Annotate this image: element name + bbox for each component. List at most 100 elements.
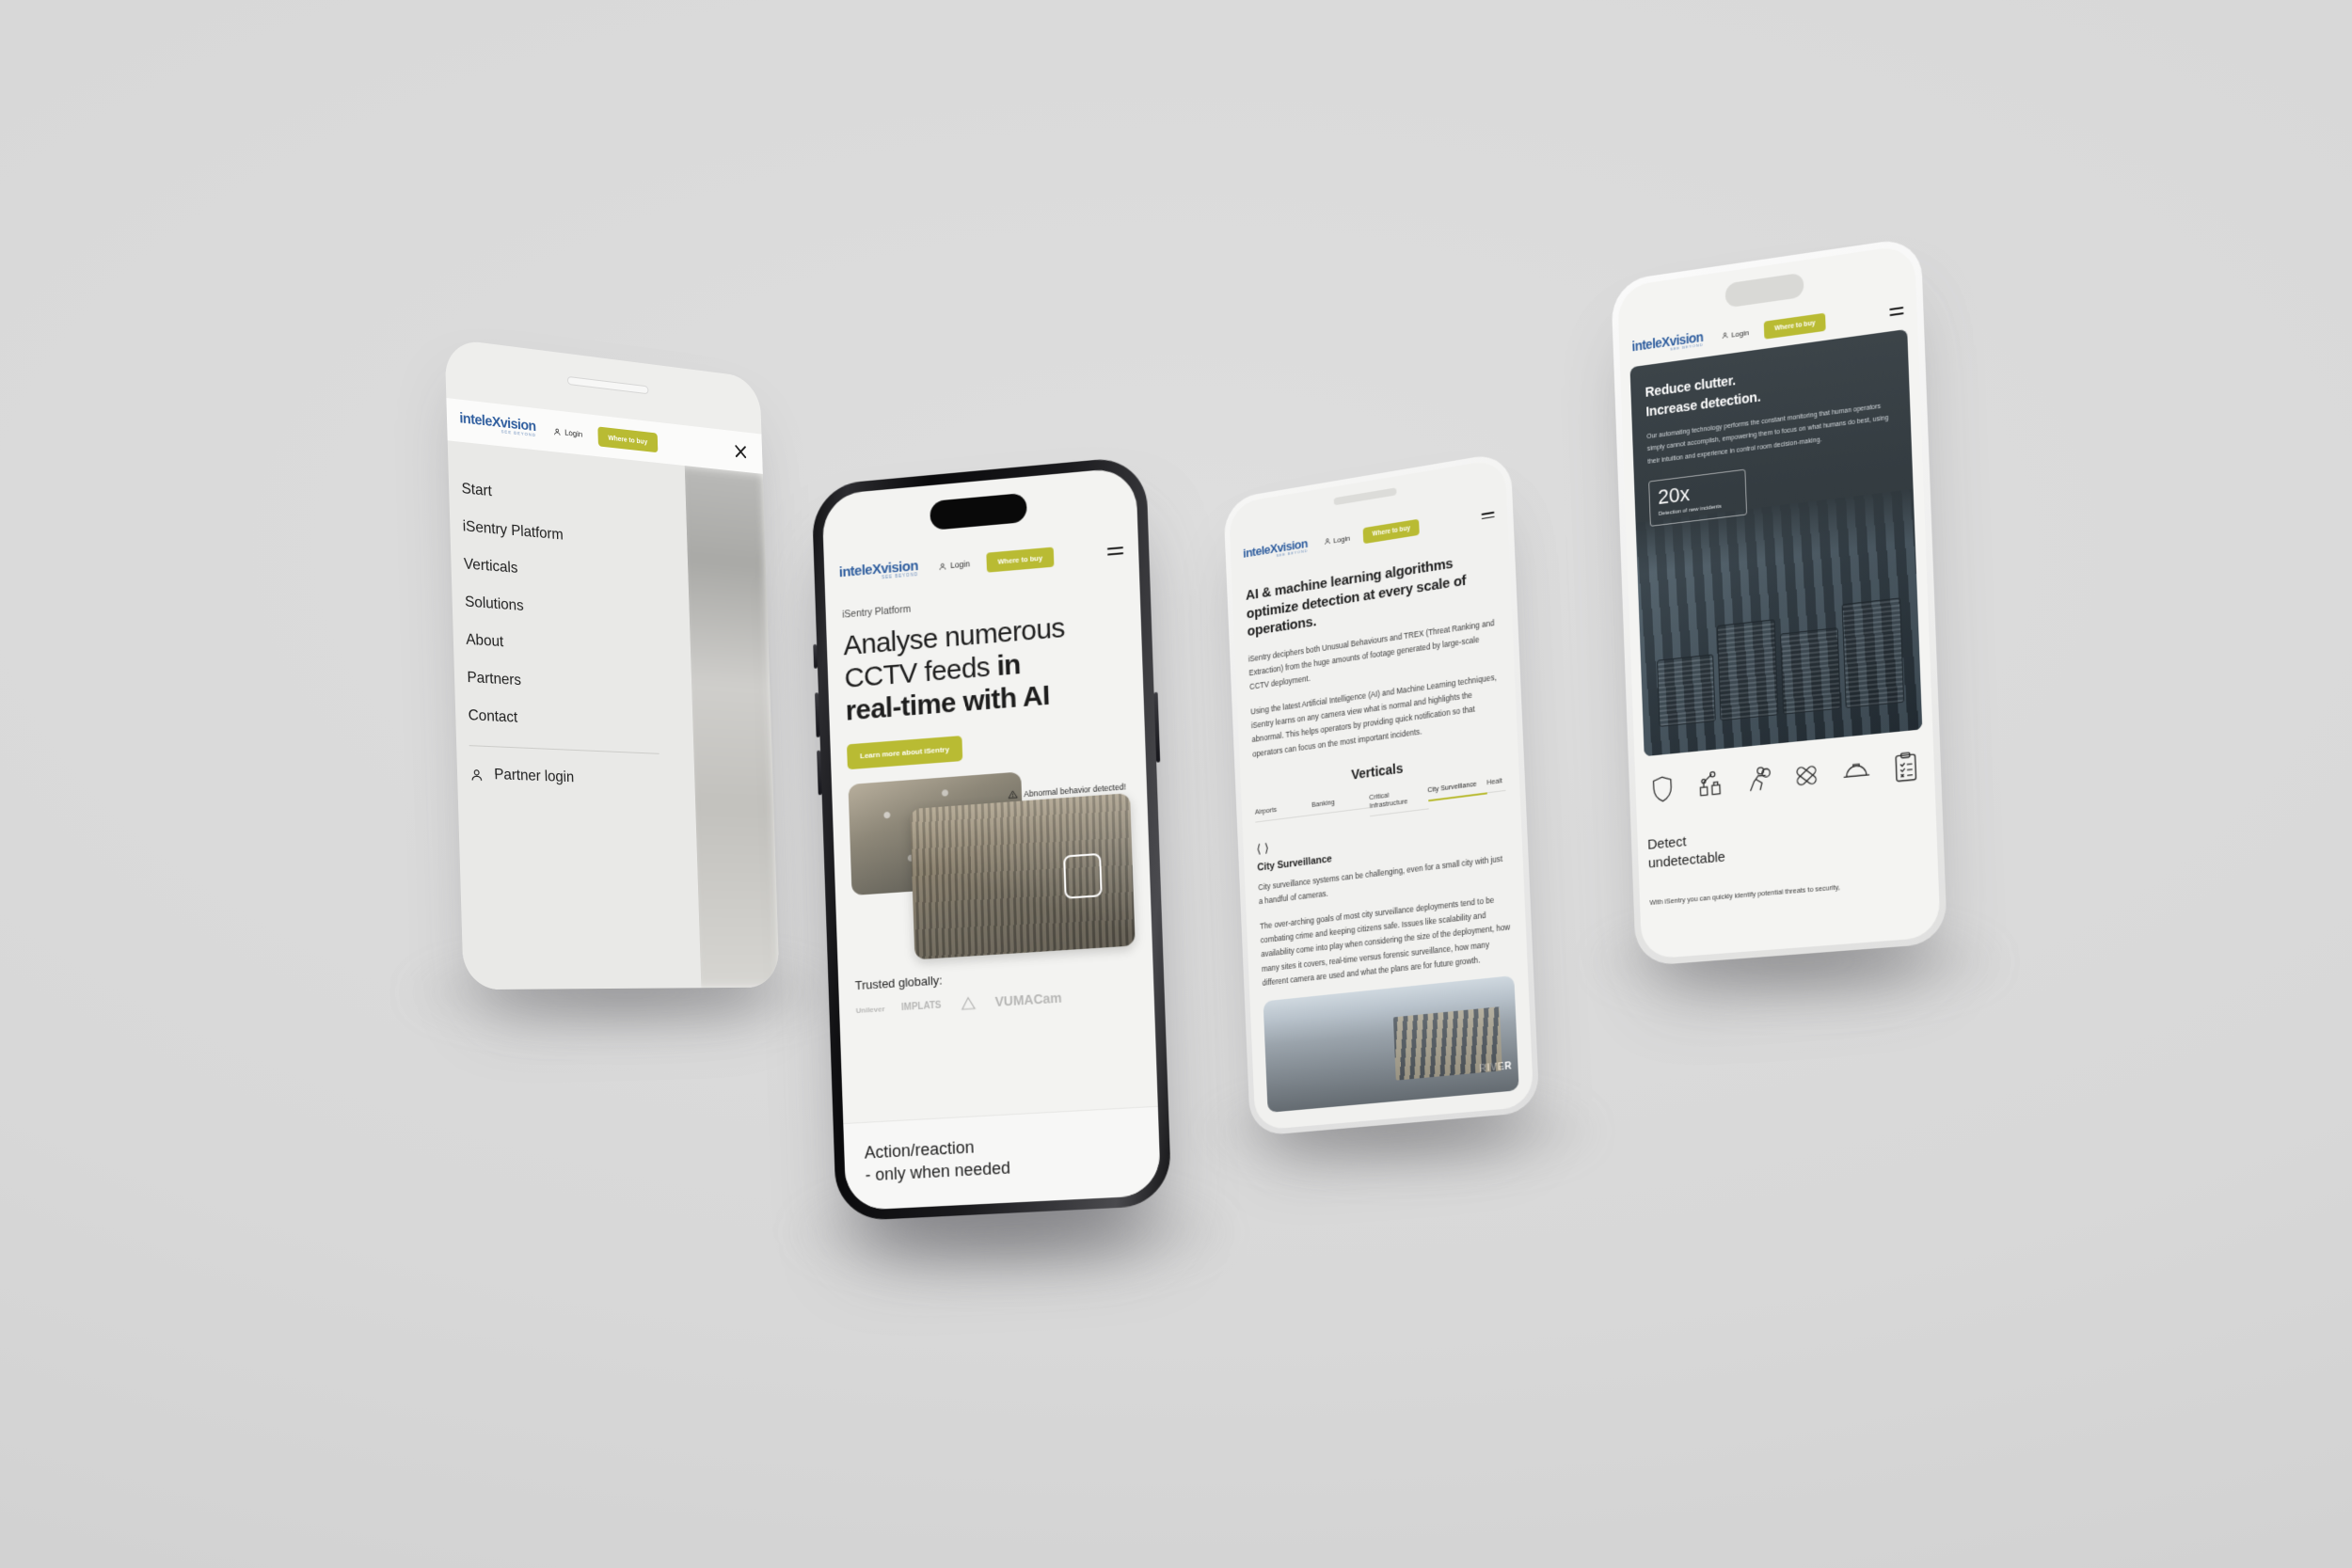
reduce-clutter-card: Reduce clutter. Increase detection. Our … xyxy=(1629,328,1923,757)
chevron-left-icon[interactable]: ⟨ xyxy=(1256,841,1261,856)
where-to-buy-button[interactable]: Where to buy xyxy=(1764,312,1826,340)
user-icon xyxy=(1324,537,1331,546)
logo-anglo-american xyxy=(958,994,978,1012)
logo-x: X xyxy=(871,561,882,578)
sidebar-item-start[interactable]: Start xyxy=(461,481,686,519)
hamburger-icon xyxy=(1481,511,1495,515)
vertical-paragraph-2: The over-arching goals of most city surv… xyxy=(1259,895,1511,988)
brand-logo[interactable]: inteleXvision SEE BEYOND xyxy=(1243,535,1308,562)
hamburger-menu-button[interactable] xyxy=(1481,511,1495,520)
clipboard-checklist-icon xyxy=(1893,751,1918,784)
hamburger-menu-button[interactable] xyxy=(1889,307,1904,316)
brand-logo[interactable]: inteleXvision SEE BEYOND xyxy=(1631,329,1704,357)
where-to-buy-button[interactable]: Where to buy xyxy=(1362,518,1420,544)
login-label: Login xyxy=(950,559,970,571)
phone3-content: AI & machine learning algorithms optimiz… xyxy=(1246,547,1519,1113)
nav-menu-panel: Start iSentry Platform Verticals Solutio… xyxy=(447,440,702,990)
hamburger-icon xyxy=(1889,311,1904,316)
monitor xyxy=(1841,597,1904,708)
logo-main-text: ntele xyxy=(1245,541,1271,560)
where-to-buy-button[interactable]: Where to buy xyxy=(597,425,659,452)
monitor xyxy=(1657,654,1717,727)
worker-carrying-icon xyxy=(1745,765,1772,795)
phone2-screen: inteleXvision SEE BEYOND Login Where to … xyxy=(821,467,1162,1212)
speaker-notch xyxy=(1333,487,1397,506)
hamburger-icon xyxy=(1106,546,1123,550)
sidebar-item-partners[interactable]: Partners xyxy=(467,670,692,700)
user-icon xyxy=(469,767,484,782)
tab-healthcare[interactable]: Healt xyxy=(1486,775,1506,794)
volume-up-button[interactable] xyxy=(815,692,820,738)
logo-main-text: ntele xyxy=(462,410,493,431)
cctv-image-secondary[interactable] xyxy=(910,793,1136,960)
sidebar-item-contact[interactable]: Contact xyxy=(468,707,693,736)
robot-arm-icon xyxy=(1696,769,1724,800)
close-icon xyxy=(733,443,748,461)
phone4-screen: inteleXvision SEE BEYOND Login Where to … xyxy=(1616,244,1941,960)
monitor xyxy=(1779,627,1841,715)
phone-2-hero: inteleXvision SEE BEYOND Login Where to … xyxy=(811,455,1172,1222)
logo-tagline: SEE BEYOND xyxy=(882,572,919,580)
tab-banking[interactable]: Banking xyxy=(1311,792,1370,816)
power-button[interactable] xyxy=(1153,691,1161,763)
menu-divider xyxy=(469,745,660,754)
phone2-topbar: inteleXvision SEE BEYOND Login Where to … xyxy=(824,530,1139,596)
monitor-wall xyxy=(1656,592,1904,727)
warning-triangle-icon xyxy=(1008,789,1018,800)
tab-airports[interactable]: Airports xyxy=(1254,800,1312,823)
capability-icon-row xyxy=(1645,751,1925,807)
where-to-buy-label: Where to buy xyxy=(608,433,648,446)
mockup-scene: inteleXvision SEE BEYOND Login Where to … xyxy=(0,0,2352,1568)
logo-vumacam: VUMACam xyxy=(994,990,1062,1010)
verticals-section: Verticals Airports Banking Critical Infr… xyxy=(1253,747,1519,1113)
user-icon xyxy=(553,427,562,436)
phone-3-verticals: inteleXvision SEE BEYOND Login Where to … xyxy=(1223,451,1540,1137)
speaker-notch xyxy=(566,375,649,395)
sidebar-item-verticals[interactable]: Verticals xyxy=(464,556,689,591)
city-photo: RIVER xyxy=(1263,974,1519,1113)
tab-critical-infrastructure[interactable]: Critical Infrastructure xyxy=(1369,784,1429,816)
user-icon xyxy=(938,562,946,571)
hard-hat-icon xyxy=(1842,755,1871,786)
hamburger-icon xyxy=(1107,552,1124,556)
sidebar-item-solutions[interactable]: Solutions xyxy=(465,594,691,627)
hero-headline: Analyse numerous CCTV feeds in real-time… xyxy=(843,608,1127,728)
hamburger-icon xyxy=(1481,515,1495,520)
control-room-photo xyxy=(1635,488,1923,757)
sidebar-item-about[interactable]: About xyxy=(466,631,691,663)
login-label: Login xyxy=(1731,327,1750,340)
photo-caption: RIVER xyxy=(1479,1060,1513,1075)
brand-logo[interactable]: inteleXvision SEE BEYOND xyxy=(839,558,919,584)
phone-1-menu-open: inteleXvision SEE BEYOND Login Where to … xyxy=(444,338,780,990)
detection-bounding-box xyxy=(1063,853,1103,900)
phone1-screen: inteleXvision SEE BEYOND Login Where to … xyxy=(444,338,780,990)
hamburger-menu-button[interactable] xyxy=(1106,546,1124,556)
monitor xyxy=(1717,619,1778,721)
trusted-globally-section: Trusted globally: Unilever IMPLATS VUMAC… xyxy=(855,961,1137,1020)
dynamic-island xyxy=(930,492,1027,531)
mute-switch[interactable] xyxy=(813,643,818,669)
where-to-buy-label: Where to buy xyxy=(1372,524,1411,538)
login-button[interactable]: Login xyxy=(553,426,583,439)
login-button[interactable]: Login xyxy=(938,559,970,571)
brand-logo[interactable]: inteleXvision SEE BEYOND xyxy=(459,410,536,438)
close-menu-button[interactable] xyxy=(733,443,748,461)
learn-more-button[interactable]: Learn more about iSentry xyxy=(847,736,963,770)
login-button[interactable]: Login xyxy=(1721,328,1749,341)
where-to-buy-button[interactable]: Where to buy xyxy=(986,546,1055,573)
volume-down-button[interactable] xyxy=(817,750,822,796)
cctv-collage: Abnormal behavior detected! xyxy=(848,764,1136,964)
shield-icon xyxy=(1650,774,1675,804)
tab-city-surveillance[interactable]: City Surveillance xyxy=(1427,777,1487,802)
user-icon xyxy=(1721,331,1728,340)
sidebar-item-isentry-platform[interactable]: iSentry Platform xyxy=(463,518,688,555)
logo-main-text: ntele xyxy=(1634,335,1662,354)
partner-login-button[interactable]: Partner login xyxy=(469,766,695,791)
phone3-screen: inteleXvision SEE BEYOND Login Where to … xyxy=(1228,457,1534,1131)
detect-heading: Detect undetectable xyxy=(1647,830,1725,874)
headline-line-2-bold: in xyxy=(995,648,1022,682)
login-button[interactable]: Login xyxy=(1324,533,1350,546)
login-label: Login xyxy=(564,427,583,439)
chevron-right-icon[interactable]: ⟩ xyxy=(1264,840,1269,855)
partner-login-label: Partner login xyxy=(494,766,575,786)
